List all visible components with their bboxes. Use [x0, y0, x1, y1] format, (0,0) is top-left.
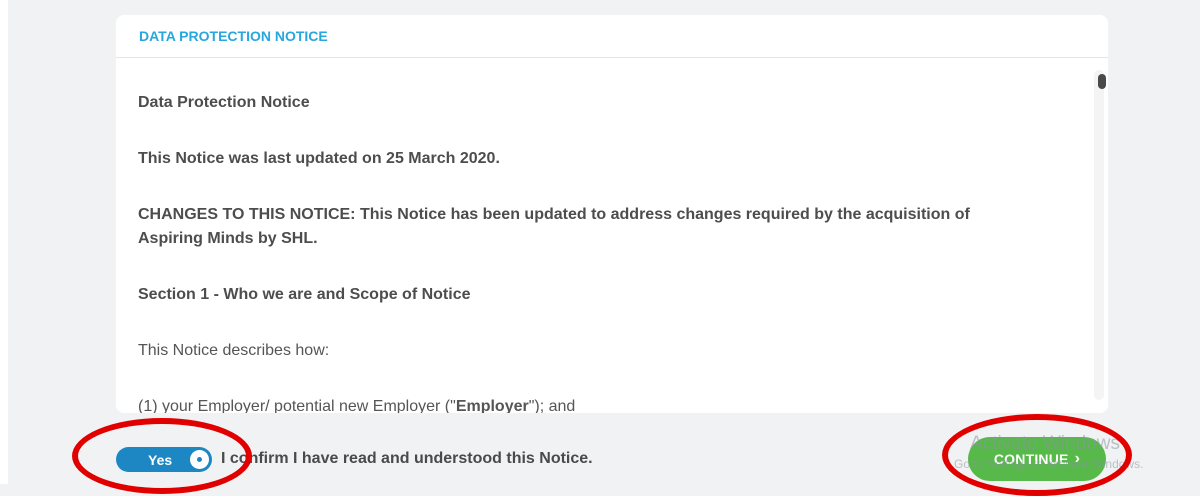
notice-describes: This Notice describes how: [138, 342, 330, 359]
employer-bold: Employer [455, 398, 529, 413]
notice-dialog: DATA PROTECTION NOTICE Data Protection N… [116, 15, 1108, 413]
confirm-label: I confirm I have read and understood thi… [221, 450, 593, 467]
employer-suffix: "); and [528, 398, 576, 413]
notice-updated: This Notice was last updated on 25 March… [138, 150, 500, 167]
dialog-header: DATA PROTECTION NOTICE [116, 15, 1108, 58]
notice-changes-line1: CHANGES TO THIS NOTICE: This Notice has … [138, 206, 970, 223]
notice-scroll-area[interactable]: Data Protection Notice This Notice was l… [116, 58, 1108, 413]
dialog-title: DATA PROTECTION NOTICE [139, 28, 328, 44]
notice-changes: CHANGES TO THIS NOTICE: This Notice has … [138, 203, 1078, 251]
notice-title: Data Protection Notice [138, 94, 310, 111]
employer-prefix: (1) your Employer/ potential new Employe… [138, 398, 456, 413]
page-edge [0, 0, 8, 484]
notice-changes-line2: Aspiring Minds by SHL. [138, 230, 318, 247]
scrollbar-track[interactable] [1094, 70, 1104, 400]
scrollbar-thumb[interactable] [1098, 74, 1106, 89]
section-heading: Section 1 - Who we are and Scope of Noti… [138, 286, 471, 303]
annotation-circle-toggle [72, 418, 252, 494]
notice-employer-line: (1) your Employer/ potential new Employe… [138, 395, 1078, 413]
